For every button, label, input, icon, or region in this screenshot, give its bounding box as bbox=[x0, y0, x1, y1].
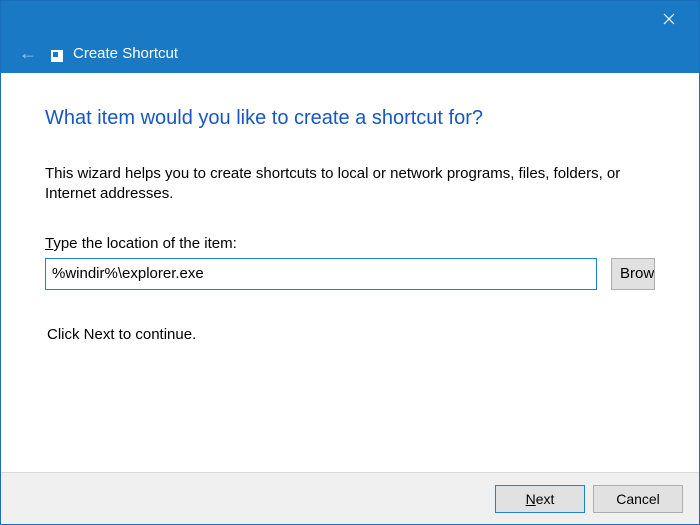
location-input-row: Browse... bbox=[45, 258, 655, 290]
continue-instruction: Click Next to continue. bbox=[47, 326, 655, 343]
next-button[interactable]: Next bbox=[495, 485, 585, 513]
close-button[interactable] bbox=[649, 5, 689, 33]
location-input[interactable] bbox=[45, 258, 597, 290]
next-label-rest: ext bbox=[536, 491, 555, 507]
cancel-button[interactable]: Cancel bbox=[593, 485, 683, 513]
window-title: Create Shortcut bbox=[73, 45, 178, 62]
browse-button[interactable]: Browse... bbox=[611, 258, 655, 290]
location-label: Type the location of the item: bbox=[45, 235, 655, 252]
back-arrow-icon: ← bbox=[19, 43, 37, 64]
location-label-text: ype the location of the item: bbox=[53, 235, 236, 252]
button-bar: Next Cancel bbox=[1, 472, 699, 524]
titlebar: ← Create Shortcut bbox=[1, 1, 699, 73]
wizard-heading: What item would you like to create a sho… bbox=[45, 107, 655, 130]
shortcut-icon bbox=[51, 50, 63, 62]
wizard-content: What item would you like to create a sho… bbox=[1, 73, 699, 343]
next-accelerator: N bbox=[526, 491, 536, 507]
create-shortcut-window: ← Create Shortcut What item would you li… bbox=[0, 0, 700, 525]
close-icon bbox=[663, 13, 675, 25]
wizard-description: This wizard helps you to create shortcut… bbox=[45, 164, 655, 205]
